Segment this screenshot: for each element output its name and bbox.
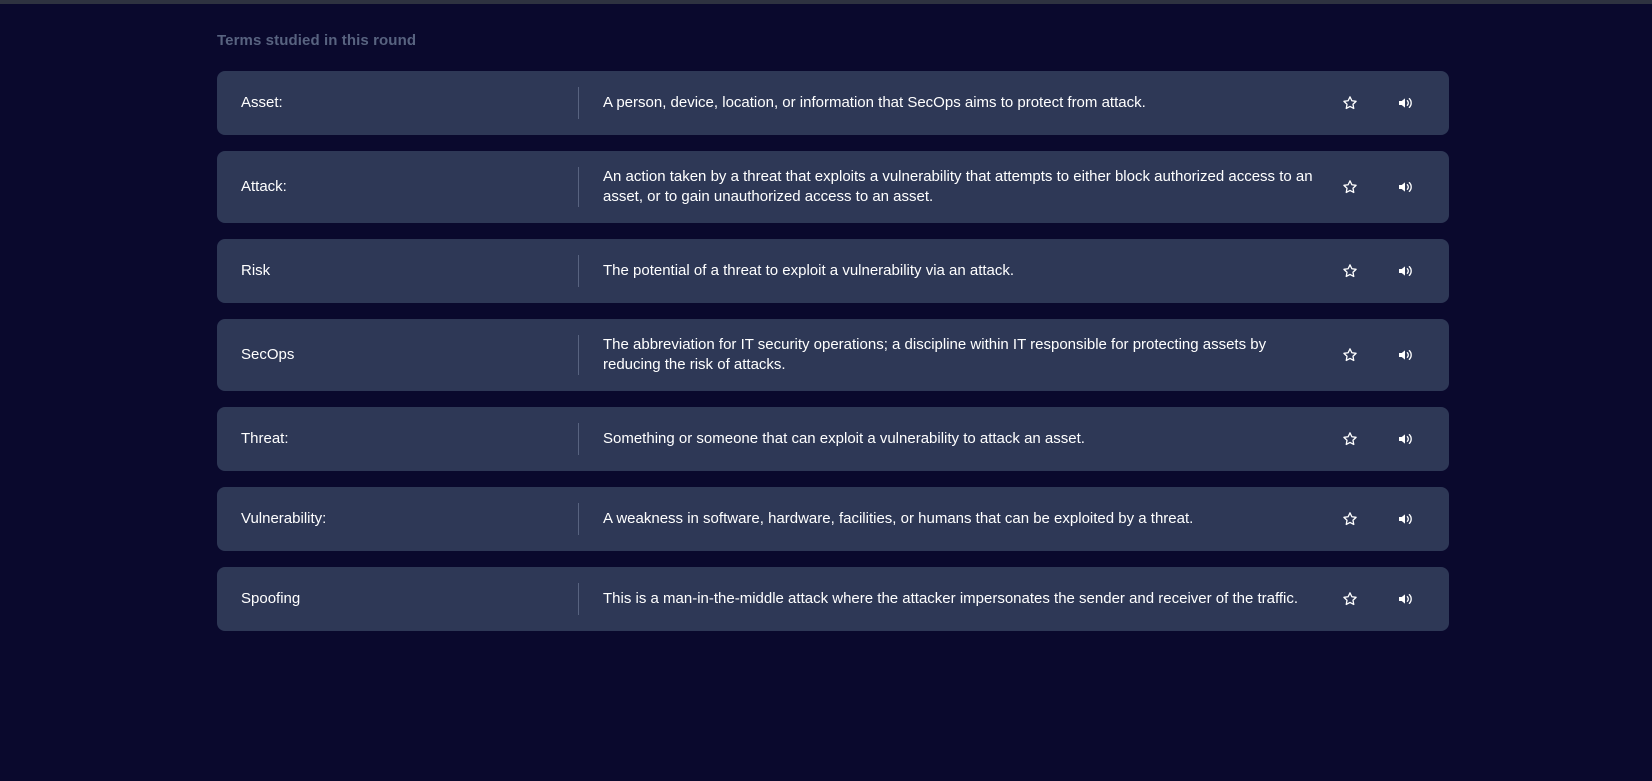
term-word: Attack: xyxy=(241,178,287,195)
term-divider xyxy=(578,255,579,287)
star-button[interactable] xyxy=(1330,419,1370,459)
star-icon xyxy=(1343,592,1357,606)
speaker-icon xyxy=(1399,434,1412,444)
term-word: Threat: xyxy=(241,430,289,447)
term-list: Asset: A person, device, location, or in… xyxy=(217,71,1449,631)
term-word: Spoofing xyxy=(241,590,301,607)
term-row: Risk The potential of a threat to exploi… xyxy=(217,239,1449,303)
star-icon xyxy=(1343,348,1357,362)
star-icon xyxy=(1343,432,1357,446)
audio-button[interactable] xyxy=(1385,167,1425,207)
term-word: Risk xyxy=(241,262,271,279)
term-row: SecOps The abbreviation for IT security … xyxy=(217,319,1449,391)
speaker-icon xyxy=(1399,182,1412,192)
term-word: Vulnerability: xyxy=(241,510,327,527)
term-divider xyxy=(578,335,579,375)
audio-button[interactable] xyxy=(1385,251,1425,291)
speaker-icon xyxy=(1399,266,1412,276)
star-icon xyxy=(1343,180,1357,194)
audio-button[interactable] xyxy=(1385,419,1425,459)
term-row: Vulnerability: A weakness in software, h… xyxy=(217,487,1449,551)
term-word: SecOps xyxy=(241,346,295,363)
term-divider xyxy=(578,167,579,207)
star-icon xyxy=(1343,264,1357,278)
term-definition: An action taken by a threat that exploit… xyxy=(603,168,1313,205)
term-definition: This is a man-in-the-middle attack where… xyxy=(603,590,1299,607)
term-actions xyxy=(1330,579,1425,619)
term-actions xyxy=(1330,419,1425,459)
term-definition: Something or someone that can exploit a … xyxy=(603,430,1085,447)
speaker-icon xyxy=(1399,514,1412,524)
term-definition: The potential of a threat to exploit a v… xyxy=(603,262,1015,279)
star-button[interactable] xyxy=(1330,251,1370,291)
speaker-icon xyxy=(1399,98,1412,108)
star-icon xyxy=(1343,512,1357,526)
star-button[interactable] xyxy=(1330,83,1370,123)
star-icon xyxy=(1343,96,1357,110)
term-divider xyxy=(578,423,579,455)
audio-button[interactable] xyxy=(1385,499,1425,539)
speaker-icon xyxy=(1399,350,1412,360)
top-strip xyxy=(0,0,1652,4)
terms-section: Terms studied in this round Asset: A per… xyxy=(217,30,1449,631)
audio-button[interactable] xyxy=(1385,83,1425,123)
term-row: Asset: A person, device, location, or in… xyxy=(217,71,1449,135)
term-definition: A person, device, location, or informati… xyxy=(603,94,1146,111)
term-actions xyxy=(1330,335,1425,375)
term-divider xyxy=(578,87,579,119)
star-button[interactable] xyxy=(1330,579,1370,619)
term-row: Attack: An action taken by a threat that… xyxy=(217,151,1449,223)
star-button[interactable] xyxy=(1330,335,1370,375)
term-actions xyxy=(1330,167,1425,207)
term-divider xyxy=(578,503,579,535)
audio-button[interactable] xyxy=(1385,579,1425,619)
term-definition: A weakness in software, hardware, facili… xyxy=(603,510,1194,527)
star-button[interactable] xyxy=(1330,499,1370,539)
term-definition: The abbreviation for IT security operati… xyxy=(603,336,1267,373)
star-button[interactable] xyxy=(1330,167,1370,207)
term-row: Threat: Something or someone that can ex… xyxy=(217,407,1449,471)
speaker-icon xyxy=(1399,594,1412,604)
term-divider xyxy=(578,583,579,615)
section-title: Terms studied in this round xyxy=(217,32,417,49)
term-word: Asset: xyxy=(241,94,283,111)
audio-button[interactable] xyxy=(1385,335,1425,375)
term-actions xyxy=(1330,251,1425,291)
term-actions xyxy=(1330,83,1425,123)
term-row: Spoofing This is a man-in-the-middle att… xyxy=(217,567,1449,631)
term-actions xyxy=(1330,499,1425,539)
